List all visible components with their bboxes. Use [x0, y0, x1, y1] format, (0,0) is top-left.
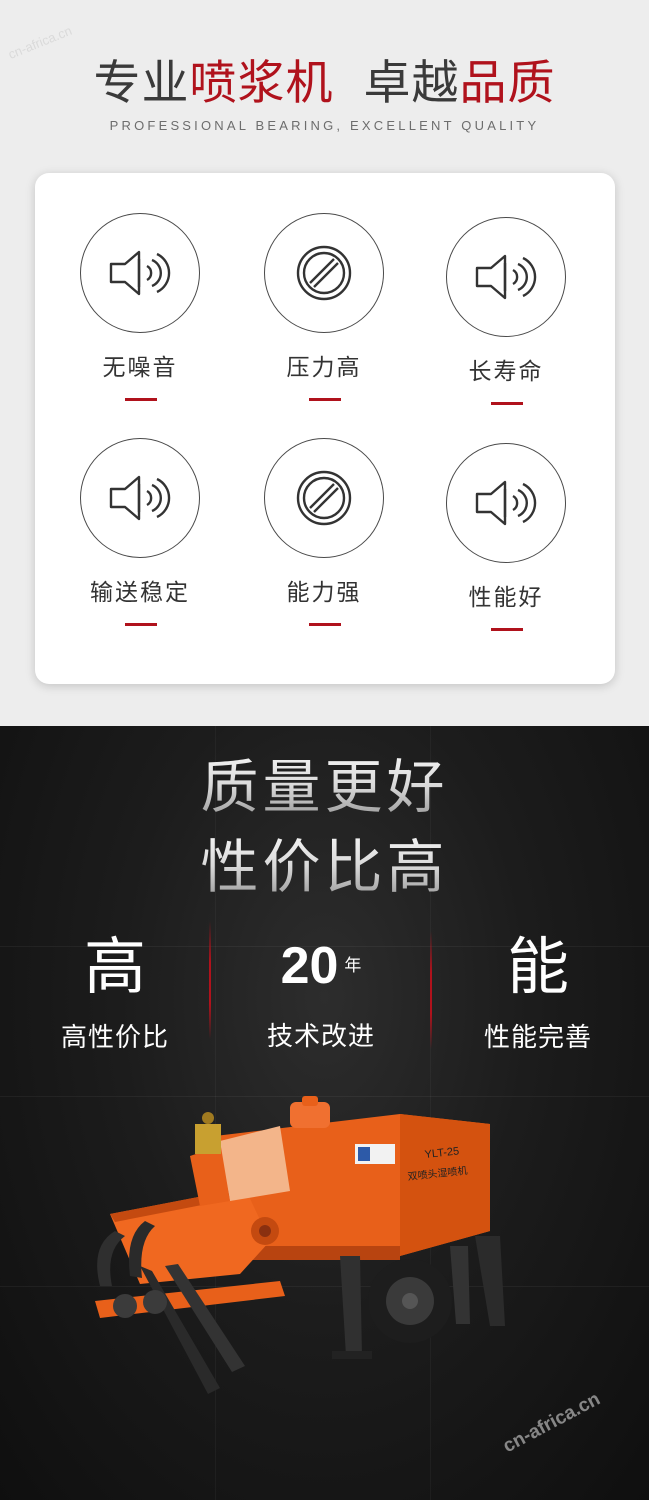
speaker-icon	[80, 213, 200, 333]
page-title: 专业喷浆机 卓越品质	[0, 44, 649, 113]
feature-label: 无噪音	[102, 355, 178, 381]
accent-bar	[309, 623, 341, 626]
feature-label: 压力高	[286, 355, 362, 381]
speaker-icon	[446, 217, 566, 337]
stat-item: 能 性能完善	[443, 931, 633, 1054]
stat-value: 能	[506, 930, 569, 1003]
divider	[430, 931, 432, 1049]
stat-item: 高 高性价比	[20, 931, 210, 1054]
divider	[209, 921, 211, 1039]
title-part-3: 卓越	[363, 56, 460, 111]
page-subtitle: PROFESSIONAL BEARING, EXCELLENT QUALITY	[109, 118, 540, 133]
stat-unit: 年	[344, 955, 362, 976]
accent-bar	[125, 398, 157, 401]
promo-line-1: 质量更好	[0, 740, 649, 824]
stat-desc: 高性价比	[60, 1023, 169, 1053]
promo-section: 质量更好 性价比高 高 高性价比 20 年 技术改进 能 性能完善 YLT-25…	[0, 726, 649, 1500]
title-part-1: 专业	[93, 56, 190, 111]
accent-bar	[309, 398, 341, 401]
feature-label: 长寿命	[468, 359, 544, 385]
accent-bar	[491, 628, 523, 631]
shotcrete-machine-image: YLT-25 双喷头湿喷机	[95, 1096, 505, 1394]
watermark: cn-africa.cn	[499, 1388, 604, 1458]
speaker-icon	[80, 438, 200, 558]
title-part-4: 品质	[459, 56, 556, 111]
accent-bar	[491, 402, 523, 405]
feature-label: 能力强	[286, 580, 362, 606]
prohibited-icon	[264, 438, 384, 558]
stat-value: 高	[83, 930, 146, 1003]
speaker-icon	[446, 443, 566, 563]
stat-desc: 性能完善	[483, 1023, 592, 1053]
prohibited-icon	[264, 213, 384, 333]
promo-line-2: 性价比高	[0, 820, 649, 904]
stat-item: 20 年 技术改进	[226, 926, 416, 1053]
stat-desc: 技术改进	[266, 1022, 375, 1052]
features-section: cn-africa.cn 专业喷浆机 卓越品质 PROFESSIONAL BEAR…	[0, 0, 649, 726]
title-part-2: 喷浆机	[189, 56, 334, 111]
features-card: 无噪音 压力高 长寿命 输送稳定 能力强 性能好	[35, 173, 615, 684]
feature-label: 输送稳定	[90, 580, 190, 606]
feature-label: 性能好	[468, 585, 544, 611]
stat-value: 20	[280, 937, 339, 995]
accent-bar	[125, 623, 157, 626]
